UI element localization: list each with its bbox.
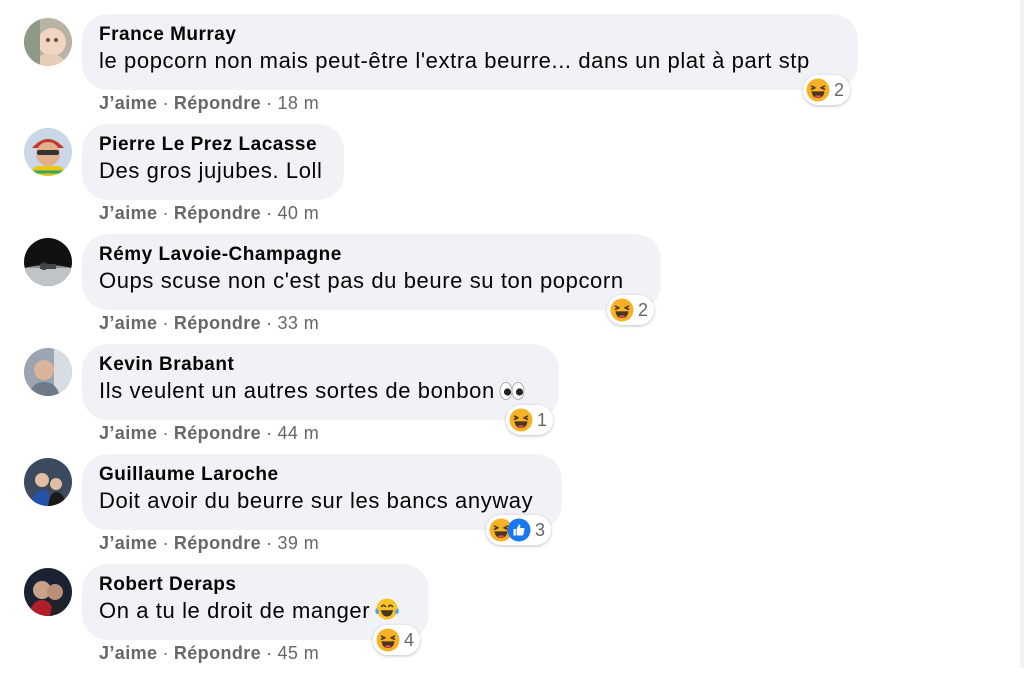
comment: France Murray le popcorn non mais peut-ê…	[0, 14, 1024, 124]
reaction-summary[interactable]: 1	[506, 405, 554, 435]
reaction-count: 2	[834, 79, 845, 100]
comment-actions: J’aime · Répondre · 33 m	[99, 313, 319, 334]
haha-icon	[610, 298, 634, 322]
avatar[interactable]	[24, 238, 72, 286]
reaction-summary[interactable]: 2	[607, 295, 655, 325]
like-button[interactable]: J’aime	[99, 313, 157, 333]
comment-timestamp[interactable]: 33 m	[277, 313, 319, 333]
reply-button[interactable]: Répondre	[174, 313, 261, 333]
comment-text: Des gros jujubes. Loll	[99, 158, 323, 183]
avatar[interactable]	[24, 128, 72, 176]
reaction-count: 1	[537, 409, 548, 430]
comment-text-content: On a tu le droit de manger	[99, 598, 371, 623]
haha-icon	[806, 78, 830, 102]
comment: Rémy Lavoie-Champagne Oups scuse non c'e…	[0, 234, 1024, 344]
haha-icon	[509, 408, 533, 432]
comment-bubble: Rémy Lavoie-Champagne Oups scuse non c'e…	[82, 234, 661, 310]
comment-text: Ils veulent un autres sortes de bonbon	[99, 377, 542, 405]
comment-actions: J’aime · Répondre · 18 m	[99, 93, 319, 114]
comment-timestamp[interactable]: 44 m	[277, 423, 319, 443]
tears-of-joy-emoji-icon	[374, 597, 400, 621]
like-button[interactable]: J’aime	[99, 643, 157, 663]
separator: ·	[162, 203, 169, 223]
comment: Kevin Brabant Ils veulent un autres sort…	[0, 344, 1024, 454]
comment: Pierre Le Prez Lacasse Des gros jujubes.…	[0, 124, 1024, 234]
haha-icon	[376, 628, 400, 652]
comment-bubble: France Murray le popcorn non mais peut-ê…	[82, 14, 858, 90]
comment: Robert Deraps On a tu le droit de manger…	[0, 564, 1024, 674]
separator: ·	[162, 533, 169, 553]
scroll-edge	[1020, 0, 1024, 668]
like-icon	[507, 518, 531, 542]
reaction-summary[interactable]: 2	[803, 75, 851, 105]
comment-author[interactable]: Pierre Le Prez Lacasse	[99, 133, 327, 157]
reply-button[interactable]: Répondre	[174, 423, 261, 443]
comment-text: le popcorn non mais peut-être l'extra be…	[99, 48, 810, 73]
separator: ·	[162, 423, 169, 443]
avatar[interactable]	[24, 348, 72, 396]
comment-actions: J’aime · Répondre · 40 m	[99, 203, 319, 224]
reaction-count: 4	[404, 629, 415, 650]
like-button[interactable]: J’aime	[99, 533, 157, 553]
reaction-summary[interactable]: 4	[373, 625, 421, 655]
comment-bubble: Kevin Brabant Ils veulent un autres sort…	[82, 344, 559, 420]
comment-text: Doit avoir du beurre sur les bancs anywa…	[99, 488, 534, 513]
reaction-summary[interactable]: 3	[486, 515, 552, 545]
comment-text: On a tu le droit de manger	[99, 597, 412, 625]
reply-button[interactable]: Répondre	[174, 533, 261, 553]
avatar[interactable]	[24, 458, 72, 506]
comment-bubble: Pierre Le Prez Lacasse Des gros jujubes.…	[82, 124, 344, 200]
reply-button[interactable]: Répondre	[174, 643, 261, 663]
separator: ·	[162, 643, 169, 663]
like-button[interactable]: J’aime	[99, 203, 157, 223]
comment-author[interactable]: Guillaume Laroche	[99, 463, 545, 487]
reply-button[interactable]: Répondre	[174, 93, 261, 113]
comment-author[interactable]: France Murray	[99, 23, 841, 47]
comment-timestamp[interactable]: 18 m	[277, 93, 319, 113]
comment-author[interactable]: Robert Deraps	[99, 573, 412, 597]
separator: ·	[266, 423, 273, 443]
separator: ·	[266, 203, 273, 223]
comment-actions: J’aime · Répondre · 44 m	[99, 423, 319, 444]
comment: Guillaume Laroche Doit avoir du beurre s…	[0, 454, 1024, 564]
like-button[interactable]: J’aime	[99, 423, 157, 443]
comment-text: Oups scuse non c'est pas du beure su ton…	[99, 268, 624, 293]
comment-actions: J’aime · Répondre · 45 m	[99, 643, 319, 664]
like-button[interactable]: J’aime	[99, 93, 157, 113]
eyes-emoji-icon	[499, 381, 525, 401]
comment-timestamp[interactable]: 45 m	[277, 643, 319, 663]
comment-author[interactable]: Rémy Lavoie-Champagne	[99, 243, 644, 267]
separator: ·	[266, 643, 273, 663]
reply-button[interactable]: Répondre	[174, 203, 261, 223]
reaction-count: 3	[535, 519, 546, 540]
comment-actions: J’aime · Répondre · 39 m	[99, 533, 319, 554]
separator: ·	[162, 313, 169, 333]
comment-timestamp[interactable]: 39 m	[277, 533, 319, 553]
comment-author[interactable]: Kevin Brabant	[99, 353, 542, 377]
separator: ·	[266, 533, 273, 553]
comment-timestamp[interactable]: 40 m	[277, 203, 319, 223]
comment-text-content: Ils veulent un autres sortes de bonbon	[99, 378, 495, 403]
avatar[interactable]	[24, 568, 72, 616]
avatar[interactable]	[24, 18, 72, 66]
reaction-count: 2	[638, 299, 649, 320]
separator: ·	[266, 93, 273, 113]
separator: ·	[266, 313, 273, 333]
separator: ·	[162, 93, 169, 113]
